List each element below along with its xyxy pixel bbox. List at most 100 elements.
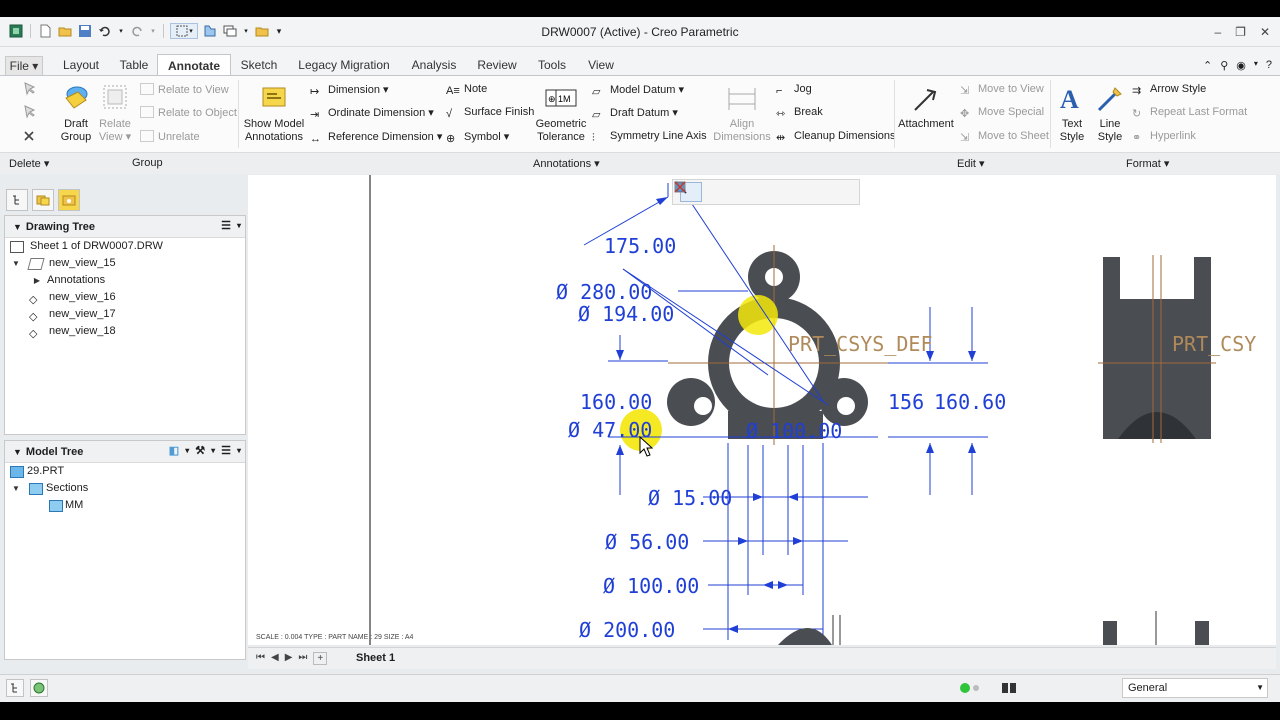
move-to-view-button[interactable]: ⇲ Move to View — [960, 83, 1044, 97]
tab-view[interactable]: View — [582, 56, 620, 75]
toggle-navigator-icon[interactable] — [6, 679, 24, 697]
dim-text[interactable]: Ø 56.00 — [605, 530, 689, 554]
tab-analysis[interactable]: Analysis — [404, 56, 464, 75]
unrelate-button[interactable]: Unrelate — [140, 130, 200, 143]
drawing-canvas[interactable]: 175.00 Ø 280.00 Ø 194.00 160.00 Ø 47.00 … — [248, 175, 1276, 645]
zoom-in-icon[interactable] — [674, 181, 727, 202]
part-side-view[interactable] — [1098, 255, 1216, 645]
relate-to-object-button[interactable]: Relate to Object — [140, 106, 237, 119]
symmetry-line-axis-button[interactable]: ⫶ Symmetry Line Axis — [592, 130, 707, 144]
tab-layout[interactable]: Layout — [58, 56, 104, 75]
dim-text[interactable]: Ø 194.00 — [578, 302, 674, 326]
tab-table[interactable]: Table — [114, 56, 154, 75]
dim-text[interactable]: 160.00 — [580, 390, 652, 414]
show-icon[interactable]: ◧ — [169, 444, 179, 457]
tree-item-view[interactable]: ▼ new_view_15 — [5, 255, 245, 272]
display-style-icon[interactable] — [674, 181, 802, 202]
folder-browser-tab-icon[interactable] — [32, 189, 54, 211]
dim-text[interactable]: 160.60 — [934, 390, 1006, 414]
minimize-ribbon-icon[interactable]: ⌃ — [1203, 59, 1212, 72]
geometric-tolerance-button[interactable]: ⊕ 1M Geometric Tolerance — [534, 84, 588, 144]
show-model-annotations-button[interactable]: Show Model Annotations — [242, 84, 306, 144]
group-delete[interactable]: Delete ▾ — [9, 157, 49, 170]
close-button[interactable]: ✕ — [1260, 25, 1270, 39]
move-special-button[interactable]: ✥ Move Special — [960, 106, 1044, 120]
draft-datum-button[interactable]: ▱ Draft Datum ▾ — [592, 106, 678, 121]
relate-view-button[interactable]: Relate View ▾ — [96, 84, 134, 144]
dimension-button[interactable]: ↦ Dimension ▾ — [310, 83, 389, 98]
settings-icon[interactable]: ⚒ — [195, 444, 205, 457]
selection-filter-dropdown[interactable]: General ▼ — [1122, 678, 1268, 698]
model-tree-tab-icon[interactable] — [6, 189, 28, 211]
tab-review[interactable]: Review — [472, 56, 522, 75]
dim-text[interactable]: Ø 100.00 — [603, 574, 699, 598]
tab-legacy-migration[interactable]: Legacy Migration — [292, 56, 396, 75]
symbol-button[interactable]: ⊕ Symbol ▾ — [446, 130, 509, 145]
dim-text[interactable]: Ø 15.00 — [648, 486, 732, 510]
tab-annotate[interactable]: Annotate — [157, 54, 231, 76]
model-datum-button[interactable]: ▱ Model Datum ▾ — [592, 83, 684, 98]
dim-text[interactable]: Ø 100.00 — [746, 419, 842, 443]
last-sheet-icon[interactable]: ⏭ — [298, 652, 307, 665]
repeat-last-format-button[interactable]: ↻ Repeat Last Format — [1132, 106, 1247, 120]
datum-display-icon[interactable] — [674, 181, 827, 202]
tree-item-sections[interactable]: ▼ Sections — [5, 480, 245, 497]
tree-item-sheet[interactable]: Sheet 1 of DRW0007.DRW — [5, 238, 245, 255]
tree-item-part[interactable]: 29.PRT — [5, 463, 245, 480]
search-icon[interactable]: ⚲ — [1220, 59, 1228, 72]
break-button[interactable]: ⇿ Break — [776, 106, 823, 120]
cleanup-dimensions-button[interactable]: ⇹ Cleanup Dimensions — [776, 130, 896, 144]
tree-item-view[interactable]: ◇ new_view_17 — [5, 306, 245, 323]
group-format[interactable]: Format ▾ — [1126, 157, 1169, 170]
relate-to-view-button[interactable]: Relate to View — [140, 83, 229, 96]
settings-dropdown-icon[interactable]: ▾ — [211, 446, 215, 455]
regeneration-status-icon[interactable] — [958, 682, 986, 694]
note-button[interactable]: A≡ Note — [446, 83, 487, 97]
csys-label[interactable]: PRT_CSY — [1172, 332, 1256, 356]
tree-columns-icon[interactable]: ☰ — [221, 444, 231, 457]
tree-columns-dropdown-icon[interactable]: ▾ — [237, 446, 241, 455]
tree-item-view[interactable]: ◇ new_view_16 — [5, 289, 245, 306]
ordinate-dimension-button[interactable]: ⇥ Ordinate Dimension ▾ — [310, 106, 434, 121]
csys-label[interactable]: PRT_CSYS_DEF — [788, 332, 933, 356]
tree-item-section[interactable]: MM — [5, 497, 245, 514]
dim-text[interactable]: 156 — [888, 390, 924, 414]
favorites-tab-icon[interactable] — [58, 189, 80, 211]
sheet-tab[interactable]: Sheet 1 — [344, 648, 407, 669]
dim-text[interactable]: Ø 280.00 — [556, 280, 652, 304]
draft-group-button[interactable]: Draft Group — [58, 84, 94, 144]
help-icon[interactable]: ◉ — [1236, 59, 1246, 72]
align-dimensions-button[interactable]: Align Dimensions — [712, 84, 772, 144]
model-tree-header[interactable]: ▼ Model Tree ◧ ▾ ⚒ ▾ ☰ ▾ — [5, 441, 245, 463]
attachment-button[interactable]: Attachment — [898, 84, 954, 131]
line-style-button[interactable]: Line Style — [1092, 84, 1128, 144]
tree-item-annotations[interactable]: ▶ Annotations — [5, 272, 245, 289]
tab-sketch[interactable]: Sketch — [236, 56, 282, 75]
group-annotations[interactable]: Annotations ▾ — [533, 157, 600, 170]
dim-text[interactable]: Ø 200.00 — [579, 618, 675, 642]
text-style-button[interactable]: A Text Style — [1054, 84, 1090, 144]
expand-icon[interactable]: ▼ — [11, 255, 21, 272]
toggle-browser-icon[interactable] — [30, 679, 48, 697]
dim-text[interactable]: 175.00 — [604, 234, 676, 258]
add-sheet-icon[interactable]: + — [313, 652, 328, 665]
tree-item-view[interactable]: ◇ new_view_18 — [5, 323, 245, 340]
prev-sheet-icon[interactable]: ◀ — [271, 652, 279, 665]
selection-filter-icon[interactable] — [1000, 680, 1018, 696]
hyperlink-button[interactable]: ⚭ Hyperlink — [1132, 130, 1196, 144]
annotation-display-icon[interactable] — [674, 181, 852, 202]
tree-settings-dropdown-icon[interactable]: ▾ — [237, 221, 241, 230]
pick-many-icon[interactable] — [22, 105, 36, 119]
group-edit[interactable]: Edit ▾ — [957, 157, 985, 170]
expand-icon[interactable]: ▶ — [32, 272, 42, 289]
tab-file[interactable]: File ▾ — [5, 56, 43, 75]
surface-finish-button[interactable]: √ Surface Finish — [446, 106, 534, 120]
delete-icon[interactable] — [22, 129, 36, 143]
minimize-button[interactable]: – — [1214, 25, 1221, 39]
tree-settings-icon[interactable]: ☰ — [221, 219, 231, 232]
show-dropdown-icon[interactable]: ▾ — [185, 446, 189, 455]
tab-tools[interactable]: Tools — [532, 56, 572, 75]
repaint-icon[interactable] — [674, 181, 777, 202]
zoom-out-icon[interactable] — [674, 181, 752, 202]
expand-icon[interactable]: ▼ — [11, 480, 21, 497]
